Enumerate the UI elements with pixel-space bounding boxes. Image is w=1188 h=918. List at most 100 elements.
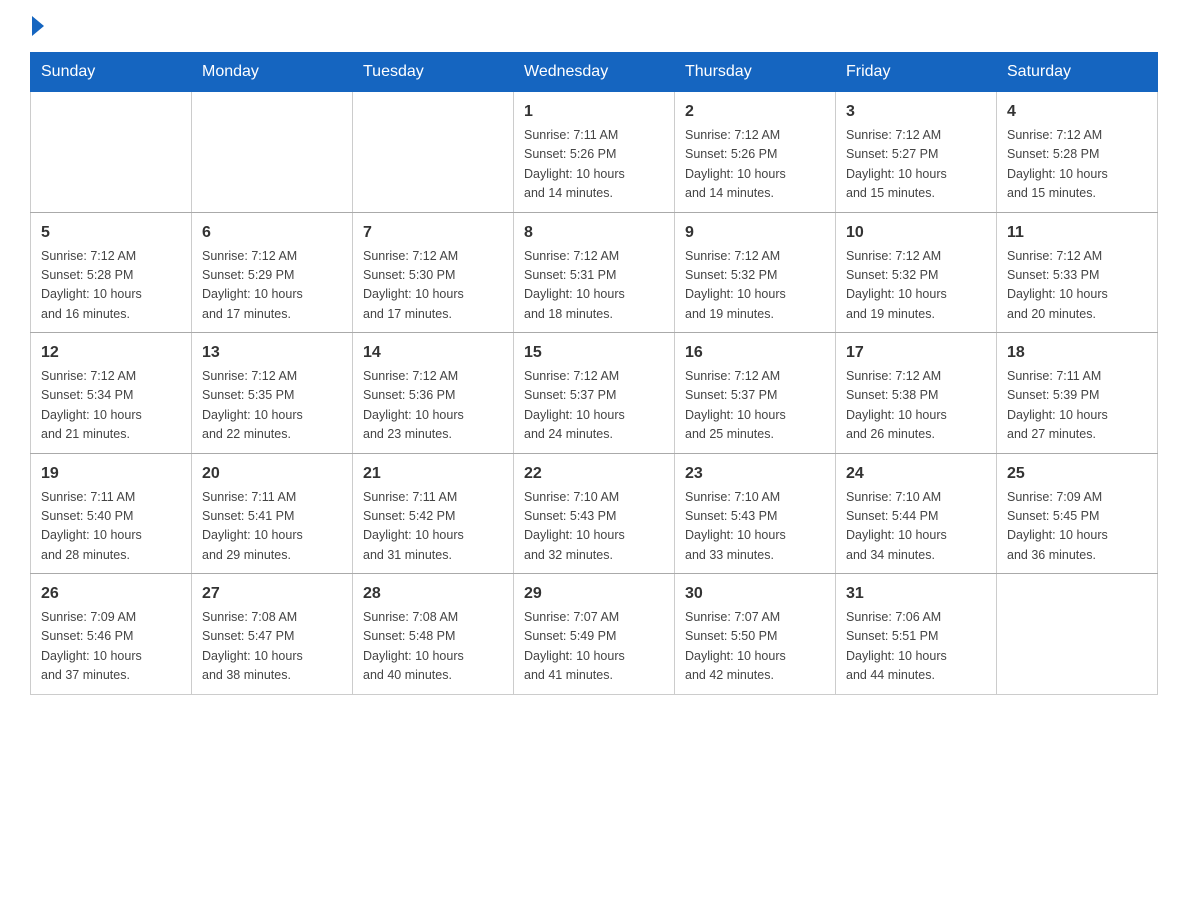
day-info: Sunrise: 7:11 AMSunset: 5:26 PMDaylight:… — [524, 126, 664, 204]
day-info: Sunrise: 7:12 AMSunset: 5:34 PMDaylight:… — [41, 367, 181, 445]
calendar-cell: 24Sunrise: 7:10 AMSunset: 5:44 PMDayligh… — [836, 453, 997, 574]
weekday-header-saturday: Saturday — [997, 53, 1158, 92]
calendar-cell: 16Sunrise: 7:12 AMSunset: 5:37 PMDayligh… — [675, 333, 836, 454]
day-number: 8 — [524, 221, 664, 245]
day-info: Sunrise: 7:09 AMSunset: 5:45 PMDaylight:… — [1007, 488, 1147, 566]
calendar-cell: 9Sunrise: 7:12 AMSunset: 5:32 PMDaylight… — [675, 212, 836, 333]
day-number: 19 — [41, 462, 181, 486]
calendar-cell: 30Sunrise: 7:07 AMSunset: 5:50 PMDayligh… — [675, 574, 836, 695]
calendar-header-row: SundayMondayTuesdayWednesdayThursdayFrid… — [31, 53, 1158, 92]
weekday-header-thursday: Thursday — [675, 53, 836, 92]
calendar-cell: 3Sunrise: 7:12 AMSunset: 5:27 PMDaylight… — [836, 92, 997, 213]
calendar-cell: 11Sunrise: 7:12 AMSunset: 5:33 PMDayligh… — [997, 212, 1158, 333]
day-number: 11 — [1007, 221, 1147, 245]
calendar-cell — [192, 92, 353, 213]
day-info: Sunrise: 7:10 AMSunset: 5:44 PMDaylight:… — [846, 488, 986, 566]
logo — [30, 20, 44, 36]
calendar-cell — [31, 92, 192, 213]
calendar-cell: 8Sunrise: 7:12 AMSunset: 5:31 PMDaylight… — [514, 212, 675, 333]
calendar-cell: 18Sunrise: 7:11 AMSunset: 5:39 PMDayligh… — [997, 333, 1158, 454]
calendar-cell: 31Sunrise: 7:06 AMSunset: 5:51 PMDayligh… — [836, 574, 997, 695]
calendar-cell: 13Sunrise: 7:12 AMSunset: 5:35 PMDayligh… — [192, 333, 353, 454]
day-number: 9 — [685, 221, 825, 245]
calendar-cell: 12Sunrise: 7:12 AMSunset: 5:34 PMDayligh… — [31, 333, 192, 454]
calendar-cell — [353, 92, 514, 213]
day-info: Sunrise: 7:10 AMSunset: 5:43 PMDaylight:… — [685, 488, 825, 566]
day-info: Sunrise: 7:08 AMSunset: 5:47 PMDaylight:… — [202, 608, 342, 686]
day-number: 13 — [202, 341, 342, 365]
calendar-cell: 10Sunrise: 7:12 AMSunset: 5:32 PMDayligh… — [836, 212, 997, 333]
header — [30, 20, 1158, 36]
logo-arrow-icon — [32, 16, 44, 36]
calendar-cell: 15Sunrise: 7:12 AMSunset: 5:37 PMDayligh… — [514, 333, 675, 454]
day-number: 18 — [1007, 341, 1147, 365]
day-number: 31 — [846, 582, 986, 606]
day-number: 4 — [1007, 100, 1147, 124]
calendar-cell: 25Sunrise: 7:09 AMSunset: 5:45 PMDayligh… — [997, 453, 1158, 574]
calendar-cell: 17Sunrise: 7:12 AMSunset: 5:38 PMDayligh… — [836, 333, 997, 454]
day-number: 14 — [363, 341, 503, 365]
weekday-header-friday: Friday — [836, 53, 997, 92]
day-info: Sunrise: 7:06 AMSunset: 5:51 PMDaylight:… — [846, 608, 986, 686]
day-number: 23 — [685, 462, 825, 486]
day-number: 21 — [363, 462, 503, 486]
day-number: 30 — [685, 582, 825, 606]
calendar-cell: 23Sunrise: 7:10 AMSunset: 5:43 PMDayligh… — [675, 453, 836, 574]
day-number: 27 — [202, 582, 342, 606]
logo-blue-part — [30, 20, 44, 36]
calendar-cell: 22Sunrise: 7:10 AMSunset: 5:43 PMDayligh… — [514, 453, 675, 574]
weekday-header-sunday: Sunday — [31, 53, 192, 92]
day-info: Sunrise: 7:08 AMSunset: 5:48 PMDaylight:… — [363, 608, 503, 686]
day-info: Sunrise: 7:12 AMSunset: 5:28 PMDaylight:… — [1007, 126, 1147, 204]
calendar-cell: 20Sunrise: 7:11 AMSunset: 5:41 PMDayligh… — [192, 453, 353, 574]
day-number: 5 — [41, 221, 181, 245]
day-number: 20 — [202, 462, 342, 486]
day-info: Sunrise: 7:12 AMSunset: 5:29 PMDaylight:… — [202, 247, 342, 325]
calendar-week-row: 12Sunrise: 7:12 AMSunset: 5:34 PMDayligh… — [31, 333, 1158, 454]
calendar-cell: 2Sunrise: 7:12 AMSunset: 5:26 PMDaylight… — [675, 92, 836, 213]
day-number: 10 — [846, 221, 986, 245]
day-info: Sunrise: 7:12 AMSunset: 5:30 PMDaylight:… — [363, 247, 503, 325]
day-info: Sunrise: 7:12 AMSunset: 5:26 PMDaylight:… — [685, 126, 825, 204]
day-info: Sunrise: 7:12 AMSunset: 5:28 PMDaylight:… — [41, 247, 181, 325]
calendar-body: 1Sunrise: 7:11 AMSunset: 5:26 PMDaylight… — [31, 92, 1158, 695]
calendar-cell: 5Sunrise: 7:12 AMSunset: 5:28 PMDaylight… — [31, 212, 192, 333]
calendar-cell: 26Sunrise: 7:09 AMSunset: 5:46 PMDayligh… — [31, 574, 192, 695]
day-info: Sunrise: 7:11 AMSunset: 5:41 PMDaylight:… — [202, 488, 342, 566]
day-info: Sunrise: 7:12 AMSunset: 5:36 PMDaylight:… — [363, 367, 503, 445]
day-number: 26 — [41, 582, 181, 606]
calendar-cell: 7Sunrise: 7:12 AMSunset: 5:30 PMDaylight… — [353, 212, 514, 333]
day-info: Sunrise: 7:12 AMSunset: 5:37 PMDaylight:… — [685, 367, 825, 445]
day-info: Sunrise: 7:12 AMSunset: 5:37 PMDaylight:… — [524, 367, 664, 445]
calendar-cell: 6Sunrise: 7:12 AMSunset: 5:29 PMDaylight… — [192, 212, 353, 333]
day-number: 25 — [1007, 462, 1147, 486]
day-number: 7 — [363, 221, 503, 245]
day-number: 17 — [846, 341, 986, 365]
day-info: Sunrise: 7:12 AMSunset: 5:35 PMDaylight:… — [202, 367, 342, 445]
weekday-header-tuesday: Tuesday — [353, 53, 514, 92]
calendar-cell: 4Sunrise: 7:12 AMSunset: 5:28 PMDaylight… — [997, 92, 1158, 213]
day-info: Sunrise: 7:12 AMSunset: 5:32 PMDaylight:… — [685, 247, 825, 325]
day-info: Sunrise: 7:12 AMSunset: 5:27 PMDaylight:… — [846, 126, 986, 204]
calendar-cell — [997, 574, 1158, 695]
day-info: Sunrise: 7:10 AMSunset: 5:43 PMDaylight:… — [524, 488, 664, 566]
day-number: 22 — [524, 462, 664, 486]
calendar-cell: 1Sunrise: 7:11 AMSunset: 5:26 PMDaylight… — [514, 92, 675, 213]
day-info: Sunrise: 7:07 AMSunset: 5:50 PMDaylight:… — [685, 608, 825, 686]
day-number: 24 — [846, 462, 986, 486]
day-number: 3 — [846, 100, 986, 124]
calendar-cell: 29Sunrise: 7:07 AMSunset: 5:49 PMDayligh… — [514, 574, 675, 695]
day-number: 29 — [524, 582, 664, 606]
day-info: Sunrise: 7:12 AMSunset: 5:33 PMDaylight:… — [1007, 247, 1147, 325]
day-info: Sunrise: 7:12 AMSunset: 5:38 PMDaylight:… — [846, 367, 986, 445]
calendar-week-row: 1Sunrise: 7:11 AMSunset: 5:26 PMDaylight… — [31, 92, 1158, 213]
calendar-week-row: 26Sunrise: 7:09 AMSunset: 5:46 PMDayligh… — [31, 574, 1158, 695]
calendar-week-row: 5Sunrise: 7:12 AMSunset: 5:28 PMDaylight… — [31, 212, 1158, 333]
day-info: Sunrise: 7:11 AMSunset: 5:40 PMDaylight:… — [41, 488, 181, 566]
weekday-header-wednesday: Wednesday — [514, 53, 675, 92]
day-info: Sunrise: 7:09 AMSunset: 5:46 PMDaylight:… — [41, 608, 181, 686]
day-number: 15 — [524, 341, 664, 365]
calendar-week-row: 19Sunrise: 7:11 AMSunset: 5:40 PMDayligh… — [31, 453, 1158, 574]
calendar-cell: 14Sunrise: 7:12 AMSunset: 5:36 PMDayligh… — [353, 333, 514, 454]
calendar-cell: 27Sunrise: 7:08 AMSunset: 5:47 PMDayligh… — [192, 574, 353, 695]
